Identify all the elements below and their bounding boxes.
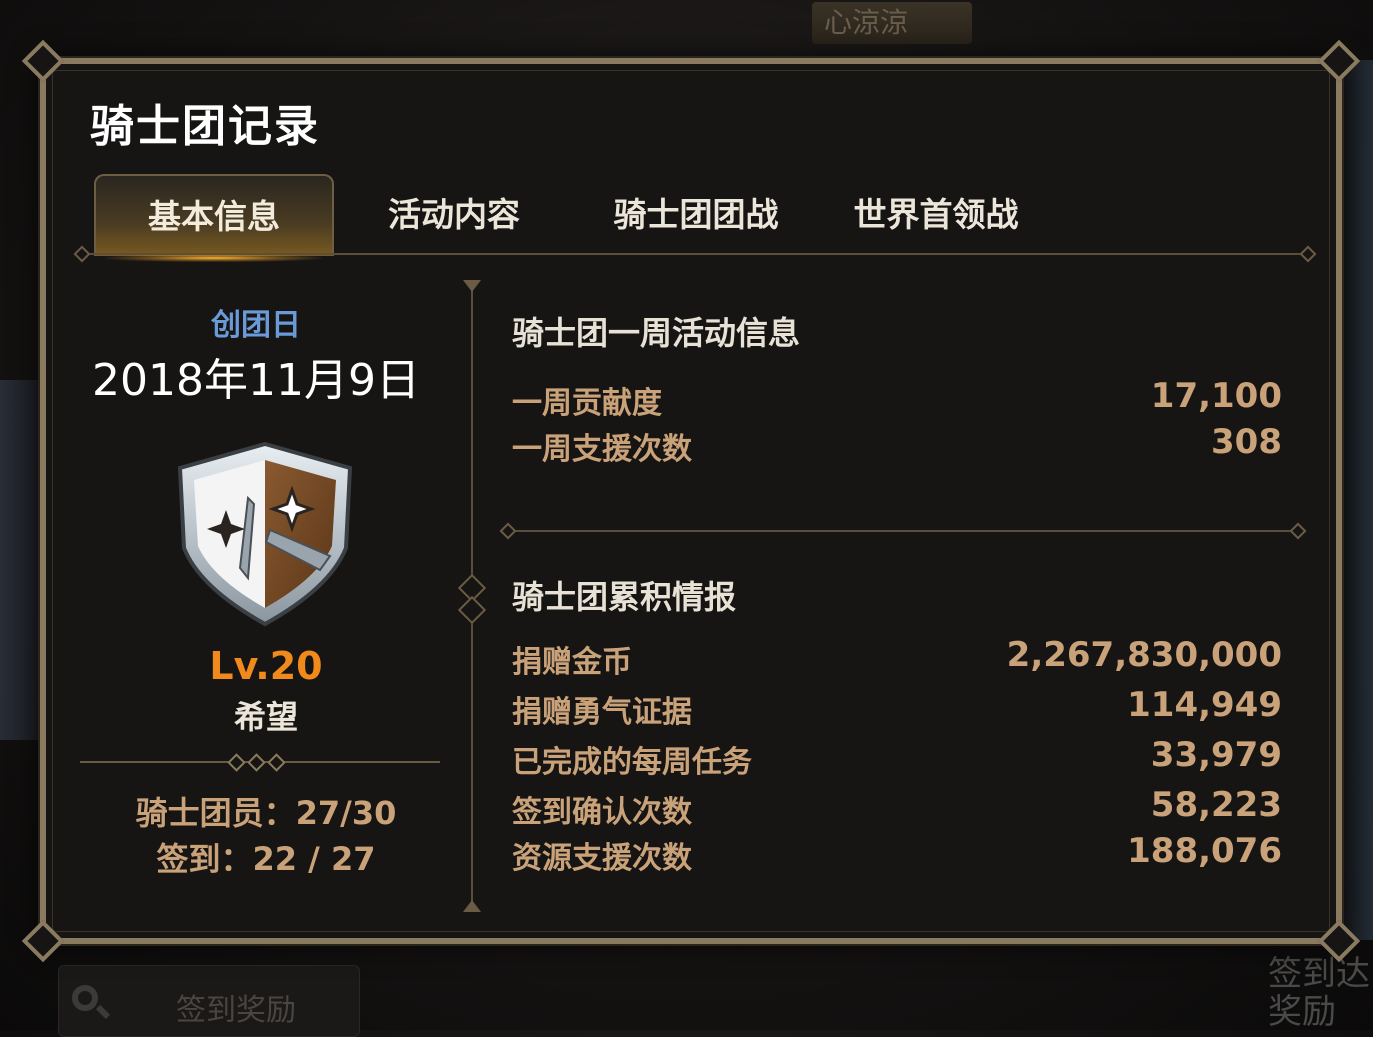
player-name-tag: 心涼涼 [812,2,972,44]
resource-support-label: 资源支援次数 [512,841,692,876]
weekly-missions-value: 33,979 [1150,735,1282,775]
column-divider [457,280,487,912]
section-divider [508,530,1298,532]
checkin-reward-label: 签到奖励 [176,993,296,1028]
frame-corner-ornament [21,39,65,83]
search-icon [72,985,98,1011]
weekly-support-label: 一周支援次数 [512,432,692,467]
guild-name: 希望 [233,698,298,736]
tab-activity[interactable]: 活动内容 [334,174,574,256]
resource-support-value: 188,076 [1127,831,1282,871]
donated-courage-value: 114,949 [1127,685,1282,725]
tab-basic-info[interactable]: 基本信息 [94,174,334,262]
member-count: 骑士团员：27/30 [135,794,397,832]
left-divider [80,753,440,772]
divider-ornament [227,753,290,772]
donated-courage-label: 捐赠勇气证据 [512,695,692,730]
tab-guild-war[interactable]: 骑士团团战 [576,174,816,256]
checkin-reward-corner-text: 签到达 奖励 [1268,954,1370,1032]
weekly-support-value: 308 [1211,422,1282,462]
frame-corner-ornament [21,919,65,963]
shield-emblem-icon [177,441,353,627]
weekly-section-title: 骑士团一周活动信息 [512,314,801,352]
weekly-contribution-label: 一周贡献度 [512,386,662,421]
weekly-contribution-value: 17,100 [1150,376,1282,416]
weekly-missions-label: 已完成的每周任务 [512,745,752,780]
donated-gold-value: 2,267,830,000 [1006,635,1282,675]
founding-date-label: 创团日 [211,308,301,343]
guild-level: Lv.20 [209,644,323,688]
cumulative-section-title: 骑士团累积情报 [512,578,737,616]
checkin-confirm-label: 签到确认次数 [512,795,692,830]
checkin-confirm-value: 58,223 [1150,785,1282,825]
guild-record-panel: 骑士团记录 基本信息 活动内容 骑士团团战 世界首领战 创团日 2018年11月… [21,39,1361,963]
tab-divider [82,253,1308,255]
founding-date-value: 2018年11月9日 [92,355,420,406]
tab-world-boss[interactable]: 世界首领战 [816,174,1056,256]
checkin-count: 签到：22 / 27 [156,840,376,878]
donated-gold-label: 捐赠金币 [512,645,632,680]
page-title: 骑士团记录 [90,101,320,152]
